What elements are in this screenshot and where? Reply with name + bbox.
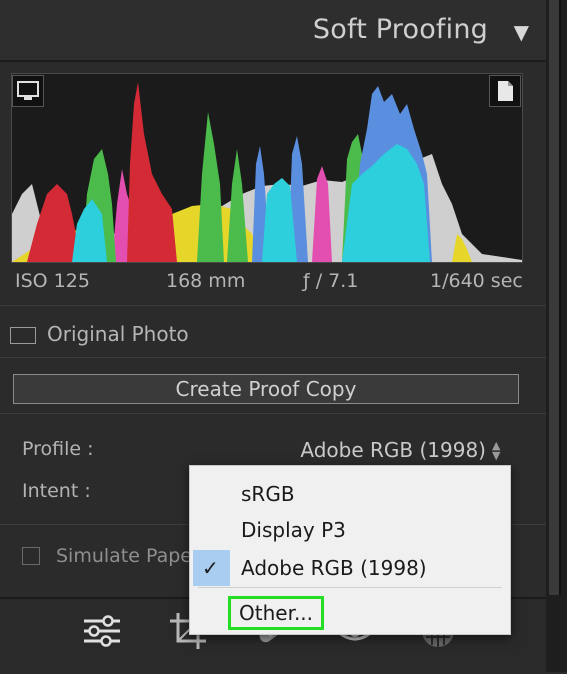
sliders-icon[interactable] <box>80 609 124 653</box>
collapse-triangle-icon[interactable]: ▼ <box>514 20 529 44</box>
stepper-arrows-icon[interactable]: ▲ ▼ <box>492 440 500 461</box>
intent-label: Intent : <box>22 480 91 502</box>
original-photo-checkbox[interactable] <box>10 327 36 344</box>
divider <box>0 305 546 306</box>
checkmark-icon: ✓ <box>202 556 219 580</box>
profile-label: Profile : <box>22 438 94 460</box>
menu-separator <box>198 587 502 588</box>
exif-info-row: ISO 125 168 mm ƒ / 7.1 1/640 sec <box>0 270 546 300</box>
original-photo-label: Original Photo <box>47 322 189 346</box>
focal-length-value: 168 mm <box>166 270 246 292</box>
simulate-paper-label: Simulate Pape <box>56 545 192 567</box>
histogram-graph <box>12 82 522 262</box>
panel-title: Soft Proofing <box>312 14 488 45</box>
profile-dropdown-menu: sRGB Display P3 ✓ Adobe RGB (1998) Other… <box>189 465 511 635</box>
shutter-speed-value: 1/640 sec <box>430 270 523 292</box>
shadow-clipping-monitor-icon[interactable] <box>12 75 44 107</box>
highlight-clipping-page-icon[interactable] <box>489 75 521 107</box>
scrollbar-thumb[interactable] <box>549 0 561 595</box>
create-proof-copy-button[interactable]: Create Proof Copy <box>13 374 519 404</box>
profile-dropdown-value[interactable]: Adobe RGB (1998) <box>300 438 486 462</box>
menu-item-label: Adobe RGB (1998) <box>241 556 427 580</box>
menu-item-srgb[interactable]: sRGB <box>190 476 510 512</box>
menu-item-adobe-rgb[interactable]: ✓ Adobe RGB (1998) <box>190 550 510 586</box>
divider <box>0 413 546 414</box>
menu-item-display-p3[interactable]: Display P3 <box>190 512 510 548</box>
panel-header[interactable]: Soft Proofing ▼ <box>0 0 546 62</box>
divider <box>0 357 546 358</box>
other-option-label: Other... <box>228 596 325 630</box>
simulate-paper-checkbox[interactable] <box>22 547 40 565</box>
menu-item-other[interactable]: Other... <box>190 594 510 630</box>
menu-item-label: Display P3 <box>241 518 346 542</box>
histogram[interactable] <box>11 73 523 263</box>
iso-value: ISO 125 <box>15 270 90 292</box>
scrollbar-track[interactable] <box>546 0 567 672</box>
menu-item-label: sRGB <box>241 482 295 506</box>
aperture-value: ƒ / 7.1 <box>303 270 359 292</box>
